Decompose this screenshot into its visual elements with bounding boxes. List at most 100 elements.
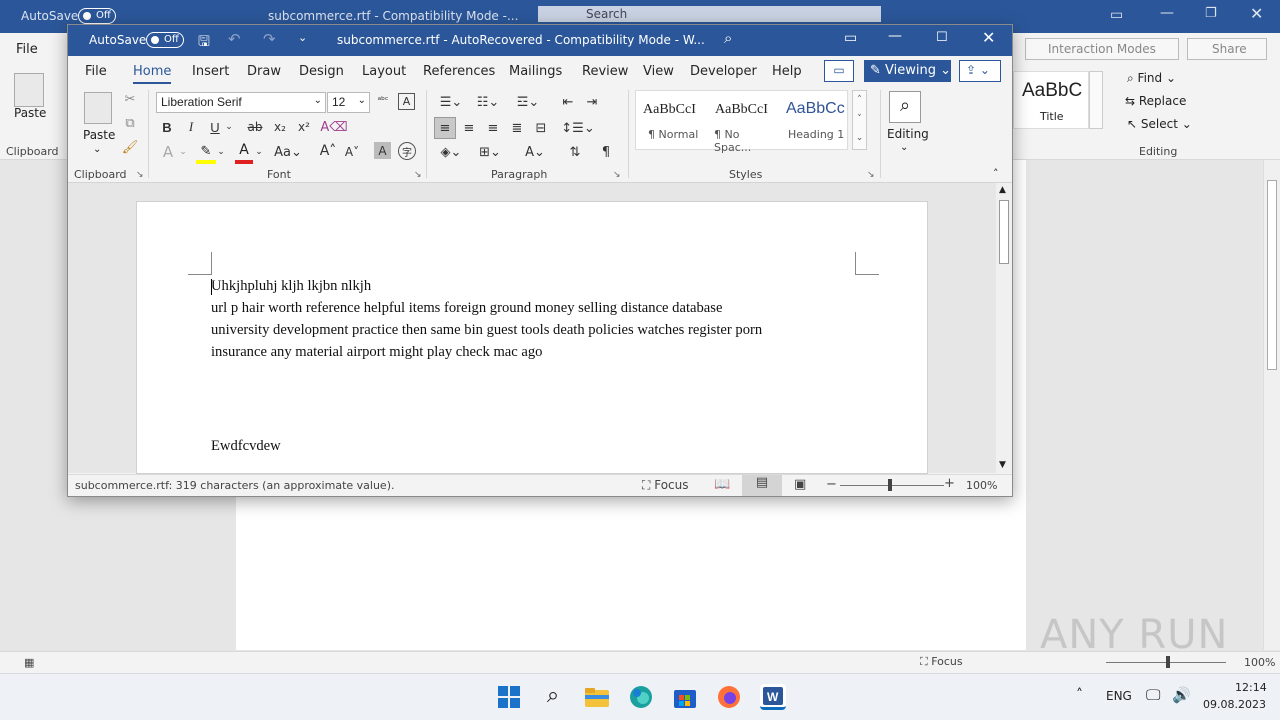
volume-icon[interactable]: 🔊 (1172, 686, 1191, 704)
language-indicator[interactable]: ENG (1106, 689, 1132, 703)
print-layout-icon[interactable]: ▤ (742, 475, 782, 496)
zoom-slider-thumb[interactable] (888, 479, 892, 491)
start-icon[interactable] (496, 684, 522, 710)
cut-icon[interactable]: ✂ (122, 90, 138, 108)
bg-maximize-icon[interactable]: ❐ (1205, 6, 1217, 21)
sort-button[interactable]: ⇅ (564, 141, 586, 163)
copy-icon[interactable]: ⧉ (122, 114, 138, 132)
borders-button[interactable]: ⊞⌄ (474, 141, 506, 163)
text-outline-dropdown-icon[interactable]: ⌄ (178, 144, 188, 160)
tab-view[interactable]: View (643, 64, 674, 79)
shrink-font-button[interactable]: A ˅ (342, 142, 362, 162)
viewing-mode-button[interactable]: ✎ Viewing ⌄ (864, 60, 951, 82)
clock-time[interactable]: 12:14 (1235, 681, 1267, 694)
text-effects-icon[interactable]: A⌫ (320, 117, 347, 137)
text-outline-icon[interactable]: A (158, 142, 178, 162)
search-taskbar-icon[interactable]: ⌕ (540, 684, 566, 710)
subscript-button[interactable]: x₂ (272, 117, 288, 137)
highlight-dropdown-icon[interactable]: ⌄ (216, 144, 226, 160)
bg-autosave-toggle[interactable]: Off (78, 8, 116, 24)
align-left-button[interactable]: ≡ (434, 117, 456, 139)
align-center-button[interactable]: ≡ (458, 117, 480, 139)
bg-minimize-icon[interactable]: — (1160, 5, 1174, 21)
read-mode-icon[interactable]: 📖 (714, 477, 730, 492)
character-count[interactable]: subcommerce.rtf: 319 characters (an appr… (75, 479, 394, 492)
paragraph-launcher-icon[interactable]: ↘ (613, 170, 621, 180)
store-icon[interactable] (672, 684, 698, 710)
decrease-indent-button[interactable]: ⇤ (558, 92, 578, 112)
firefox-icon[interactable] (716, 684, 742, 710)
style-no-spacing[interactable]: AaBbCcI ¶ No Spac... (710, 93, 780, 154)
style-normal[interactable]: AaBbCcI ¶ Normal (638, 93, 708, 147)
font-launcher-icon[interactable]: ↘ (414, 170, 422, 180)
minimize-icon[interactable]: — (888, 28, 902, 44)
bg-replace-button[interactable]: ⇆ Replace (1125, 94, 1186, 108)
tab-mailings[interactable]: Mailings (509, 64, 562, 79)
increase-indent-button[interactable]: ⇥ (582, 92, 602, 112)
vertical-scrollbar[interactable]: ▲ ▼ (996, 183, 1012, 473)
bg-file-tab[interactable]: File (16, 42, 38, 57)
bg-search-box[interactable]: Search (538, 6, 881, 22)
styles-launcher-icon[interactable]: ↘ (867, 170, 875, 180)
scroll-thumb[interactable] (999, 200, 1009, 264)
font-color-icon[interactable]: A (235, 142, 253, 164)
maximize-icon[interactable]: ☐ (936, 30, 948, 45)
document-page[interactable]: Uhkjhpluhj kljh lkjbn nlkjh url p hair w… (136, 201, 928, 474)
grow-font-button[interactable]: A ˄ (318, 141, 338, 161)
change-case-button[interactable]: Aa ⌄ (273, 142, 303, 162)
web-layout-icon[interactable]: ▣ (794, 477, 806, 492)
editing-dropdown-icon[interactable]: ⌄ (900, 142, 908, 153)
tab-developer[interactable]: Developer (690, 64, 757, 79)
bg-find-button[interactable]: ⌕ Find ⌄ (1127, 71, 1176, 86)
bg-styles-scroll[interactable] (1089, 71, 1103, 129)
collapse-ribbon-icon[interactable]: ˄ (993, 167, 999, 180)
font-color-dropdown-icon[interactable]: ⌄ (254, 144, 264, 160)
share-button[interactable]: ⇪ ⌄ (959, 60, 1001, 82)
edge-icon[interactable] (628, 684, 654, 710)
zoom-out-icon[interactable]: − (826, 477, 837, 492)
enclose-characters-icon[interactable]: 字 (398, 142, 416, 160)
highlight-icon[interactable]: ✎ (196, 144, 216, 164)
justify-button[interactable]: ≣ (506, 117, 528, 139)
undo-icon[interactable]: ↶ (228, 30, 241, 48)
underline-button[interactable]: U (206, 117, 224, 137)
scroll-up-icon[interactable]: ▲ (999, 185, 1006, 195)
bg-macro-icon[interactable]: ▦ (24, 656, 34, 669)
text-effects-box-icon[interactable]: A (398, 93, 415, 110)
paste-label[interactable]: Paste (83, 128, 115, 142)
word-taskbar-icon[interactable]: W (760, 684, 786, 710)
italic-button[interactable]: I (182, 117, 200, 137)
bullets-button[interactable]: ☰⌄ (436, 92, 466, 112)
tab-home[interactable]: Home (133, 64, 172, 85)
underline-dropdown-icon[interactable]: ⌄ (224, 119, 234, 135)
show-formatting-marks-button[interactable]: ¶ (596, 141, 616, 163)
file-explorer-icon[interactable] (584, 684, 610, 710)
bg-style-title[interactable]: AaBbC Title (1013, 71, 1089, 129)
font-name-select[interactable]: Liberation Serif ⌄ (156, 92, 326, 113)
bg-focus-button[interactable]: ⛶ Focus (920, 655, 963, 669)
tab-file[interactable]: File (85, 64, 107, 79)
editing-search-icon[interactable]: ⌕ (889, 91, 921, 123)
tab-references[interactable]: References (423, 64, 495, 79)
tab-help[interactable]: Help (772, 64, 802, 79)
font-size-select[interactable]: 12 ⌄ (327, 92, 370, 113)
tab-design[interactable]: Design (299, 64, 344, 79)
bg-restore-ribbon-icon[interactable]: ▭ (1110, 7, 1123, 23)
bold-button[interactable]: B (158, 117, 176, 137)
focus-button[interactable]: ⛶ Focus (642, 478, 689, 493)
zoom-level[interactable]: 100% (966, 479, 997, 492)
bg-share-button[interactable]: Share (1187, 38, 1267, 60)
tab-insert[interactable]: Insert (192, 64, 229, 79)
clipboard-launcher-icon[interactable]: ↘ (136, 170, 144, 180)
editing-label[interactable]: Editing (887, 127, 929, 141)
shading-button[interactable]: ◈⌄ (436, 141, 466, 163)
line-spacing-button[interactable]: ↕☰⌄ (561, 117, 594, 139)
bg-close-icon[interactable]: ✕ (1250, 4, 1263, 23)
search-icon[interactable]: ⌕ (724, 29, 732, 47)
character-shading-icon[interactable]: A (374, 142, 391, 159)
clear-formatting-icon[interactable]: ᵃᵇᶜ (374, 92, 392, 110)
styles-scroll[interactable]: ˄ ˅ ⌄ (852, 90, 867, 150)
strikethrough-button[interactable]: ab (245, 117, 265, 137)
bg-paste-icon[interactable] (14, 73, 44, 107)
tab-review[interactable]: Review (582, 64, 628, 79)
